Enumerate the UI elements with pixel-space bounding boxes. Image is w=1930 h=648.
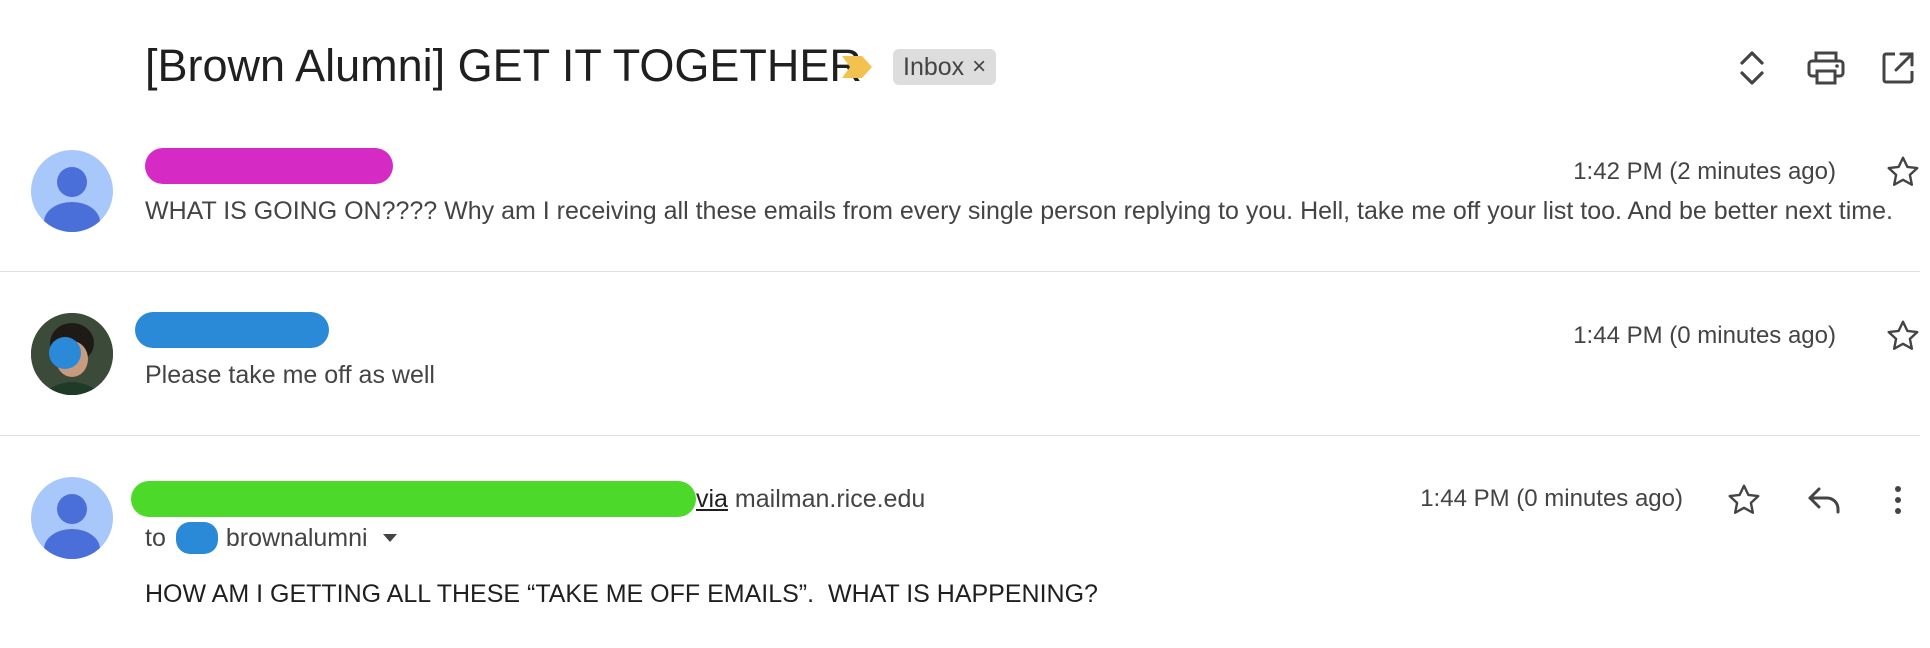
more-options-button[interactable] <box>1874 476 1922 524</box>
default-person-icon <box>44 167 100 232</box>
recipients-line: to brownalumni <box>145 522 398 554</box>
inbox-label-chip[interactable]: Inbox × <box>893 49 997 85</box>
star-icon <box>1887 320 1919 350</box>
via-line: via mailman.rice.edu <box>696 485 925 514</box>
more-vert-icon <box>1895 486 1901 514</box>
sender-avatar[interactable] <box>31 477 113 559</box>
recipient-details-toggle[interactable] <box>382 533 398 543</box>
via-link[interactable]: via <box>696 485 728 513</box>
via-domain: mailman.rice.edu <box>727 485 926 513</box>
message-snippet[interactable]: WHAT IS GOING ON???? Why am I receiving … <box>145 197 1920 226</box>
default-person-icon <box>44 494 100 559</box>
star-button[interactable] <box>1879 312 1927 360</box>
inbox-label-text: Inbox <box>903 53 965 81</box>
important-marker-icon[interactable] <box>840 54 874 80</box>
reply-button[interactable] <box>1800 476 1848 524</box>
message-body: HOW AM I GETTING ALL THESE “TAKE ME OFF … <box>145 580 1098 608</box>
message-time: 1:44 PM (0 minutes ago) <box>1573 322 1836 349</box>
thread-subject: [Brown Alumni] GET IT TOGETHER <box>145 40 862 91</box>
remove-label-icon[interactable]: × <box>972 49 986 85</box>
open-in-new-window-button[interactable] <box>1876 46 1920 90</box>
message-time: 1:42 PM (2 minutes ago) <box>1573 158 1836 185</box>
open-in-new-icon <box>1882 52 1914 84</box>
message-time: 1:44 PM (0 minutes ago) <box>1420 485 1683 512</box>
star-button[interactable] <box>1879 148 1927 196</box>
to-prefix: to <box>145 523 166 552</box>
sender-avatar-photo[interactable] <box>31 313 113 395</box>
sender-name-redacted[interactable] <box>145 148 393 184</box>
sender-avatar[interactable] <box>31 150 113 232</box>
sender-name-redacted[interactable] <box>131 481 696 517</box>
print-icon <box>1807 51 1845 85</box>
star-button[interactable] <box>1720 476 1768 524</box>
sender-name-redacted[interactable] <box>135 312 329 348</box>
unfold-more-icon <box>1740 51 1764 85</box>
star-icon <box>1728 484 1760 514</box>
recipient-redacted <box>175 522 218 554</box>
star-icon <box>1887 156 1919 186</box>
print-all-button[interactable] <box>1804 46 1848 90</box>
message-divider <box>0 271 1920 272</box>
reply-icon <box>1808 487 1840 514</box>
expand-all-button[interactable] <box>1730 46 1774 90</box>
caret-down-icon <box>382 534 397 542</box>
profile-photo-icon <box>31 313 113 395</box>
recipient-name: brownalumni <box>225 523 368 552</box>
message-snippet[interactable]: Please take me off as well <box>145 361 1645 390</box>
message-divider <box>0 435 1920 436</box>
